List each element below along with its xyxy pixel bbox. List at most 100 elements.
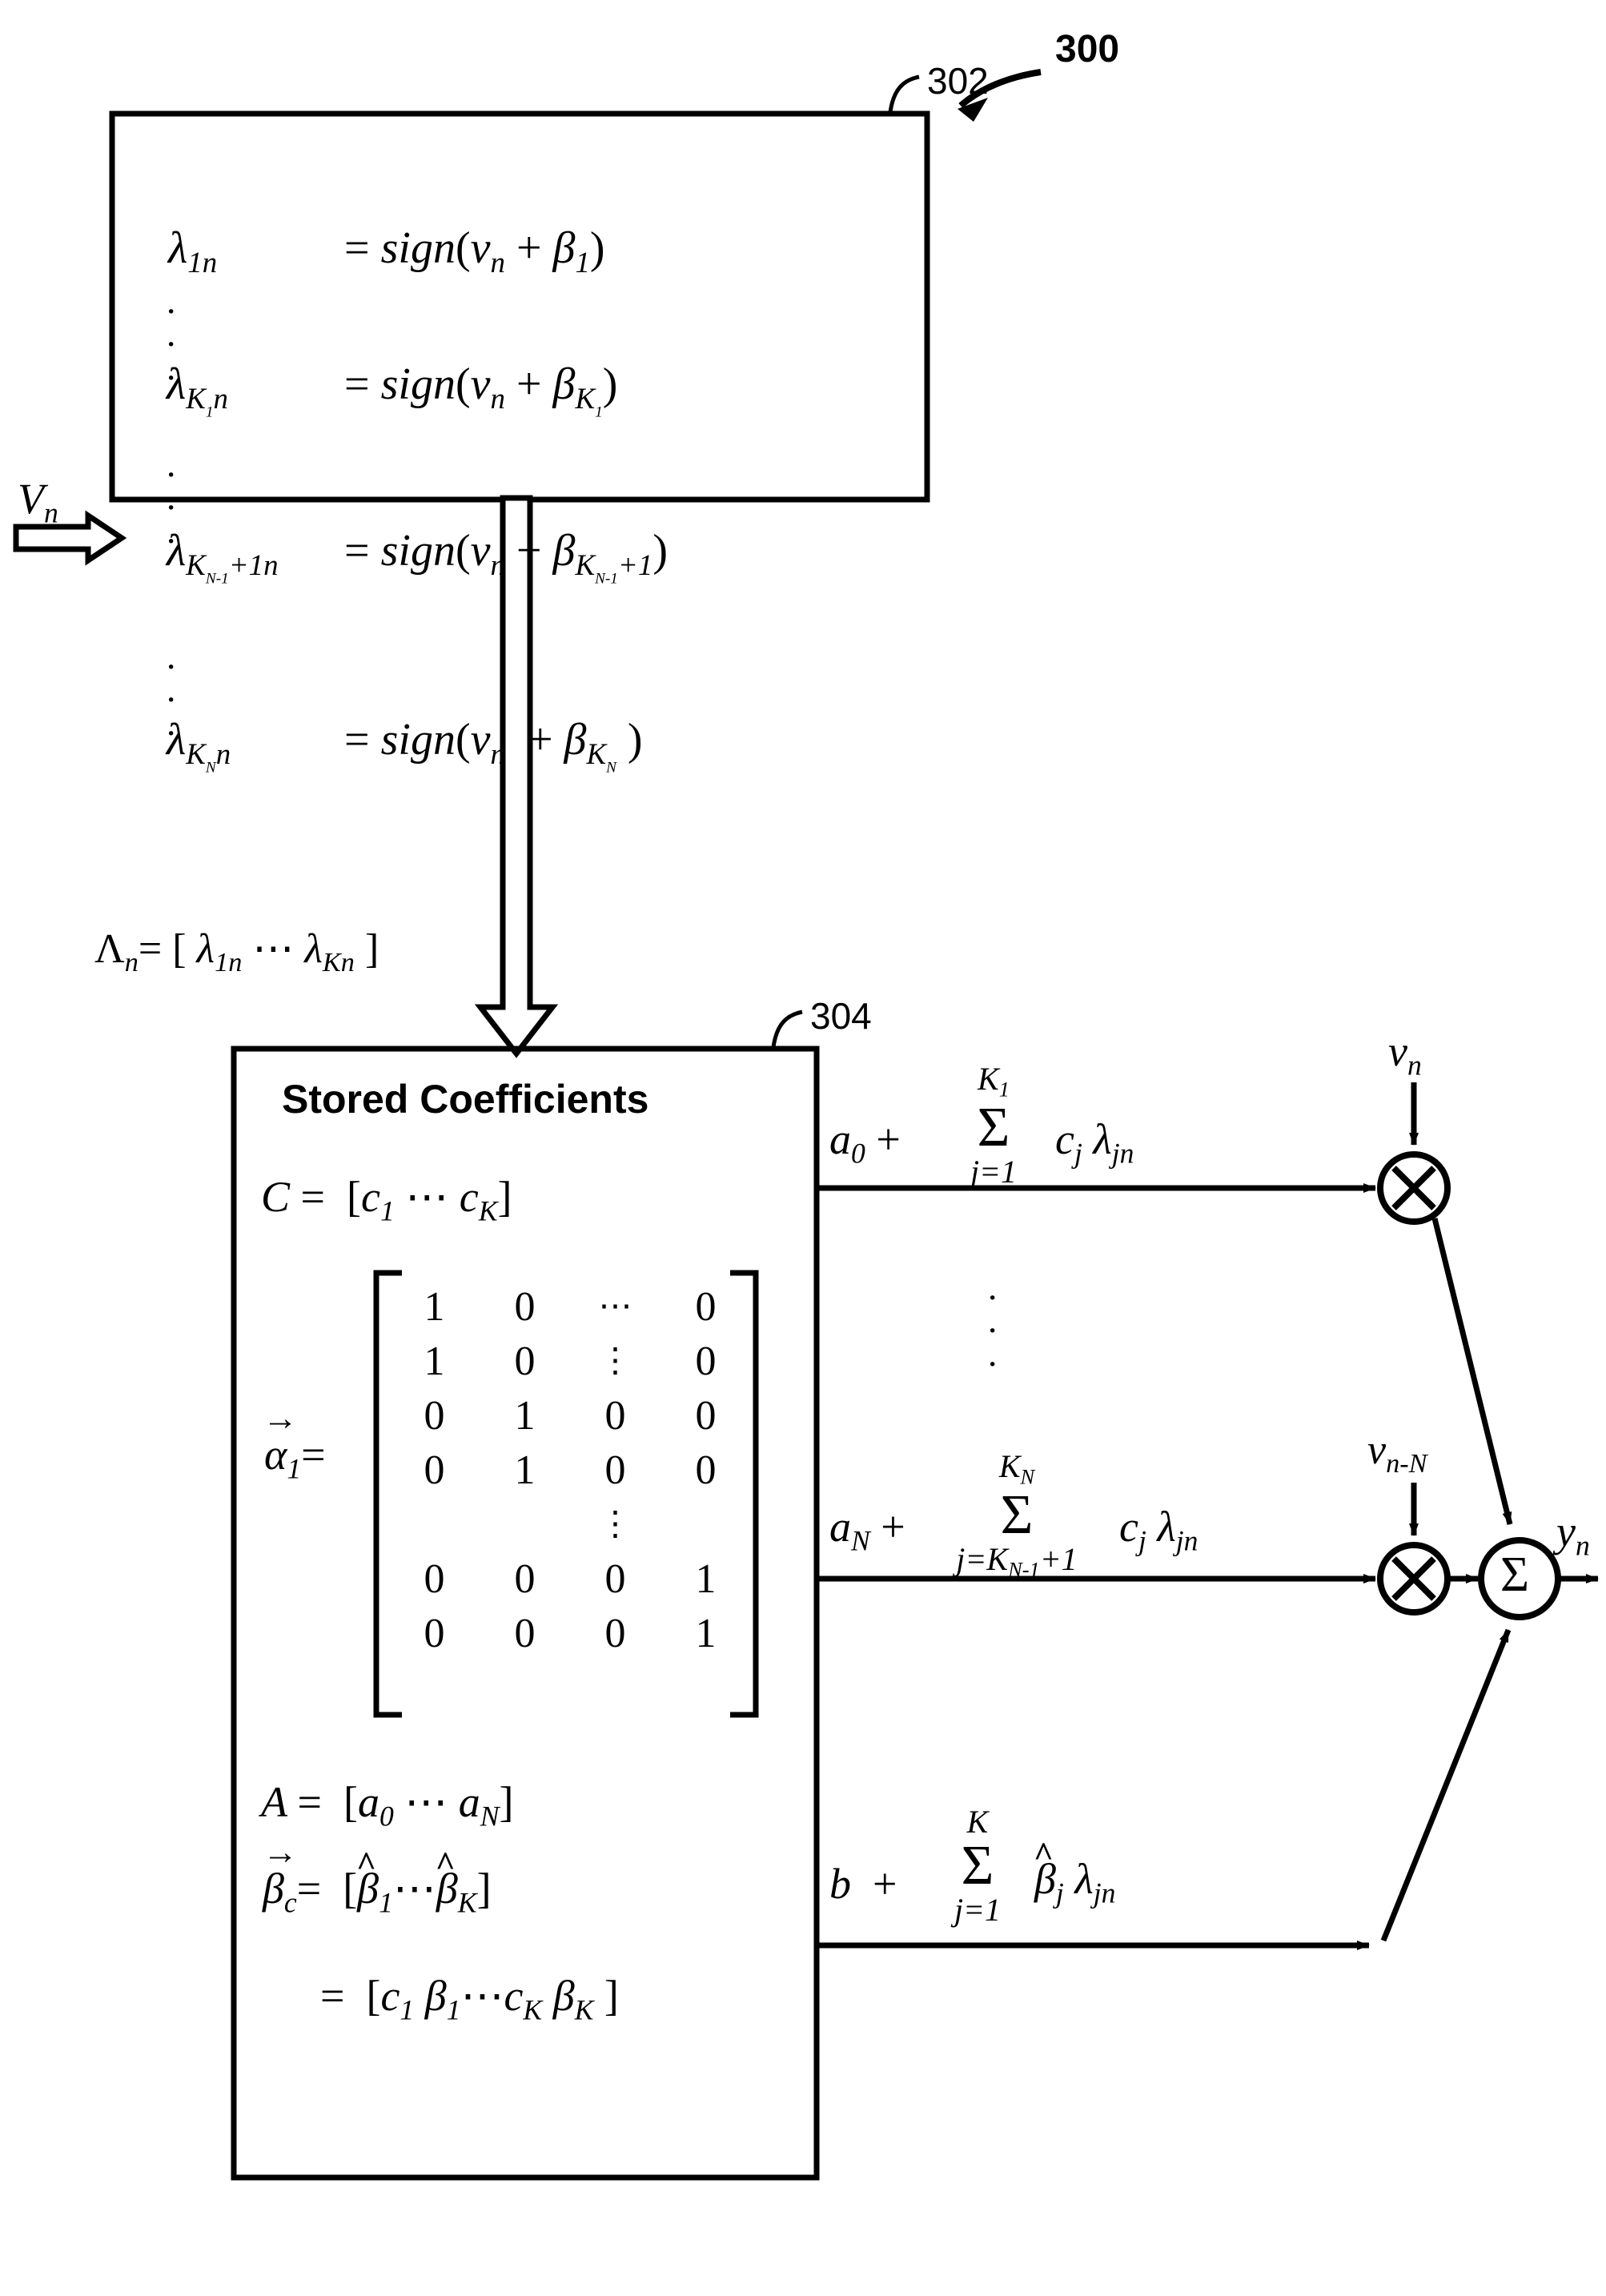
- c1-symbol: c: [380, 1972, 400, 2020]
- close-paren: ): [602, 359, 618, 409]
- v-subscript: n: [490, 548, 505, 581]
- equals-sign: =: [300, 1173, 325, 1221]
- block-reference-304: 304: [810, 995, 872, 1037]
- lambda-jn-subscript: jn: [1093, 1877, 1116, 1909]
- matrix-cell: 0: [424, 1610, 445, 1656]
- a0-subscript: 0: [851, 1137, 865, 1170]
- matrix-cell: 0: [604, 1555, 626, 1602]
- b-symbol: b: [829, 1860, 851, 1908]
- sum-mid-lower-limit: j=KN-1+1: [956, 1540, 1078, 1582]
- summer-sigma-glyph: Σ: [1500, 1547, 1530, 1602]
- beta-hat-first: ^ β: [356, 1845, 379, 1913]
- matrix-cell: 0: [424, 1447, 445, 1493]
- close-bracket: ]: [364, 926, 379, 972]
- lambda-jn-symbol: λ: [1157, 1503, 1176, 1551]
- matrix-cell: 0: [695, 1392, 717, 1439]
- plus-sign: +: [876, 1115, 901, 1163]
- c-first-subscript: 1: [379, 1194, 395, 1227]
- equation-row-2-rhs: = sign(vn + βK1): [344, 362, 617, 420]
- matrix-cell: 0: [514, 1338, 536, 1384]
- sum-mid-upper-limit: KN: [998, 1448, 1035, 1489]
- hat-accent: ^: [435, 1845, 456, 1884]
- open-bracket: [: [343, 1778, 358, 1826]
- lambda-subscript: 1n: [187, 245, 218, 279]
- a-vector-symbol: A: [261, 1778, 287, 1826]
- hat-accent: ^: [356, 1845, 377, 1884]
- matrix-cell: 0: [424, 1555, 445, 1602]
- v-symbol: v: [470, 715, 491, 765]
- beta-symbol: β: [552, 359, 576, 409]
- matrix-cell: 0: [514, 1283, 536, 1330]
- aN-symbol: a: [829, 1503, 851, 1551]
- input-signal-label: Vn: [18, 477, 58, 528]
- lambda-first-subscript: 1n: [215, 946, 243, 977]
- equation-row-1-rhs: = sign(vn + β1): [344, 226, 605, 278]
- matrix-cell: 0: [695, 1447, 717, 1493]
- close-bracket: ]: [604, 1972, 619, 2020]
- beta-subscript: KN: [586, 737, 616, 777]
- leader-304: [771, 1010, 803, 1048]
- sum-top-lead: a0 +: [829, 1118, 901, 1168]
- beta-subscript: KN-1+1: [575, 548, 653, 588]
- alpha-matrix-grid: 1 0 ⋯ 0 1 0 ⋮ 0 0 1 0 0 0 1 0 0 ⋮ 0 0 0 1 0 0 0 1: [389, 1279, 751, 1660]
- a-vector-row: A = [a0 ⋯ aN]: [261, 1780, 514, 1831]
- matrix-cell: 0: [604, 1392, 626, 1439]
- sum-top-lower-limit: j=1: [970, 1153, 1018, 1190]
- beta-symbol: β: [552, 223, 576, 273]
- sign-function: sign: [380, 223, 456, 273]
- horizontal-ellipsis: ⋯: [460, 1972, 504, 2020]
- c-last-subscript: K: [478, 1194, 498, 1227]
- vn-symbol: v: [1388, 1027, 1407, 1075]
- vnN-subscript: n-N: [1386, 1447, 1427, 1479]
- beta-subscript: K1: [575, 381, 603, 421]
- open-paren: (: [455, 526, 471, 576]
- equals-sign: =: [344, 359, 370, 409]
- lambda-jn-subscript: jn: [1111, 1137, 1134, 1170]
- y-symbol: y: [1556, 1507, 1576, 1555]
- equation-row-1-lhs: λ1n: [168, 226, 217, 278]
- v-symbol: v: [470, 223, 491, 273]
- lambda-vector-label: Λn= [ λ1n ⋯ λKn ]: [94, 926, 379, 977]
- close-bracket: ]: [476, 1864, 492, 1913]
- a-first-subscript: 0: [379, 1800, 394, 1832]
- plus-sign: +: [516, 526, 542, 576]
- a-first: a: [357, 1778, 379, 1826]
- horizontal-ellipsis: ⋯: [392, 1864, 436, 1913]
- lambda-first: λ: [196, 926, 215, 972]
- matrix-cell: ⋯: [598, 1288, 632, 1325]
- leader-302: [888, 74, 920, 113]
- link-bias-to-summer: [1380, 1628, 1512, 1942]
- sum-mid-sigma-stack: KN Σ j=KN-1+1: [921, 1451, 1113, 1580]
- equals-sign: =: [320, 1972, 345, 2020]
- cj-subscript: j: [1138, 1524, 1146, 1557]
- lambda-jn-subscript: jn: [1175, 1524, 1198, 1557]
- vn-subscript: n: [1407, 1049, 1422, 1082]
- plus-sign: +: [881, 1503, 905, 1551]
- lambda-subscript: K1n: [186, 381, 229, 421]
- multiplier-bottom-circle: [1377, 1542, 1451, 1616]
- sign-function: sign: [380, 359, 456, 409]
- sum-bottom-lower-limit: j=1: [954, 1892, 1002, 1928]
- open-bracket: [: [172, 926, 187, 972]
- hat-accent: ^: [1033, 1836, 1054, 1874]
- equals-sign: =: [297, 1778, 322, 1826]
- c-vector-symbol: C: [261, 1173, 291, 1221]
- open-paren: (: [455, 715, 471, 765]
- c-vector-row: C = [c1 ⋯ cK]: [261, 1175, 512, 1226]
- sum-top-upper-limit: K1: [978, 1061, 1010, 1102]
- sum-mid-terms: cj λjn: [1119, 1505, 1198, 1555]
- vector-overarrow-icon: →: [263, 1399, 298, 1438]
- sum-bottom-sigma-stack: K Σ j=1: [925, 1806, 1030, 1926]
- v-subscript: n: [490, 381, 505, 415]
- lambda-vector-symbol: Λ: [94, 926, 125, 972]
- plus-sign: +: [873, 1860, 897, 1908]
- matrix-cell: 0: [424, 1392, 445, 1439]
- lambda-last: λ: [304, 926, 323, 972]
- v-symbol: v: [470, 359, 491, 409]
- cj-symbol: c: [1055, 1115, 1074, 1163]
- c-last: c: [459, 1173, 479, 1221]
- lambda-jn-symbol: λ: [1093, 1115, 1112, 1163]
- sigma-glyph: Σ: [961, 1835, 994, 1897]
- beta-first-subscript: 1: [379, 1886, 393, 1919]
- beta-c-vector-row: → βc = [^ β1⋯ ^ βK]: [263, 1835, 492, 1919]
